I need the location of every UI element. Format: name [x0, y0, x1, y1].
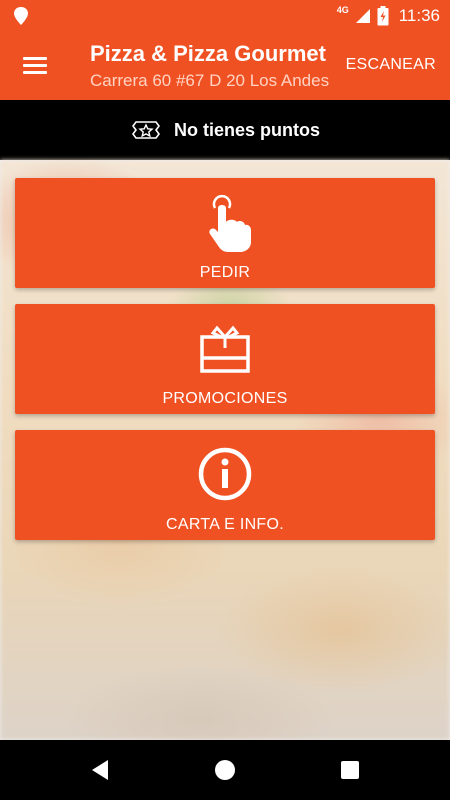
order-button[interactable]: PEDIR	[15, 178, 435, 288]
info-icon	[198, 447, 252, 501]
promotions-label: PROMOCIONES	[162, 390, 288, 407]
recent-apps-icon[interactable]	[330, 750, 370, 790]
points-status: No tienes puntos	[173, 119, 320, 140]
location-pin-icon	[14, 7, 28, 25]
hamburger-line	[23, 71, 47, 74]
restaurant-name: Pizza & Pizza Gourmet	[90, 41, 326, 66]
restaurant-address: Carrera 60 #67 D 20 Los Andes	[90, 71, 330, 90]
app-bar-titles: Pizza & Pizza Gourmet Carrera 60 #67 D 2…	[90, 40, 330, 92]
menu-info-button[interactable]: CARTA E INFO.	[15, 430, 435, 540]
tap-finger-icon	[209, 194, 251, 252]
scan-button[interactable]: ESCANEAR	[346, 56, 436, 74]
menu-button[interactable]	[14, 46, 56, 86]
navigation-bar	[0, 740, 450, 800]
hamburger-line	[23, 64, 47, 67]
status-bar: 4G 11:36	[0, 0, 450, 32]
star-badge-icon	[131, 121, 160, 139]
signal-icon	[355, 9, 370, 23]
clock: 11:36	[398, 6, 440, 25]
points-banner: No tienes puntos	[0, 100, 450, 160]
order-label: PEDIR	[199, 264, 251, 281]
gift-icon	[200, 325, 250, 373]
menu-info-label: CARTA E INFO.	[166, 516, 284, 533]
promotions-button[interactable]: PROMOCIONES	[15, 304, 435, 414]
battery-icon	[377, 6, 389, 26]
home-icon[interactable]	[205, 750, 245, 790]
app-bar: Pizza & Pizza Gourmet Carrera 60 #67 D 2…	[0, 32, 450, 100]
hamburger-icon	[23, 57, 47, 60]
network-type: 4G	[336, 5, 349, 15]
back-icon[interactable]	[80, 750, 120, 790]
